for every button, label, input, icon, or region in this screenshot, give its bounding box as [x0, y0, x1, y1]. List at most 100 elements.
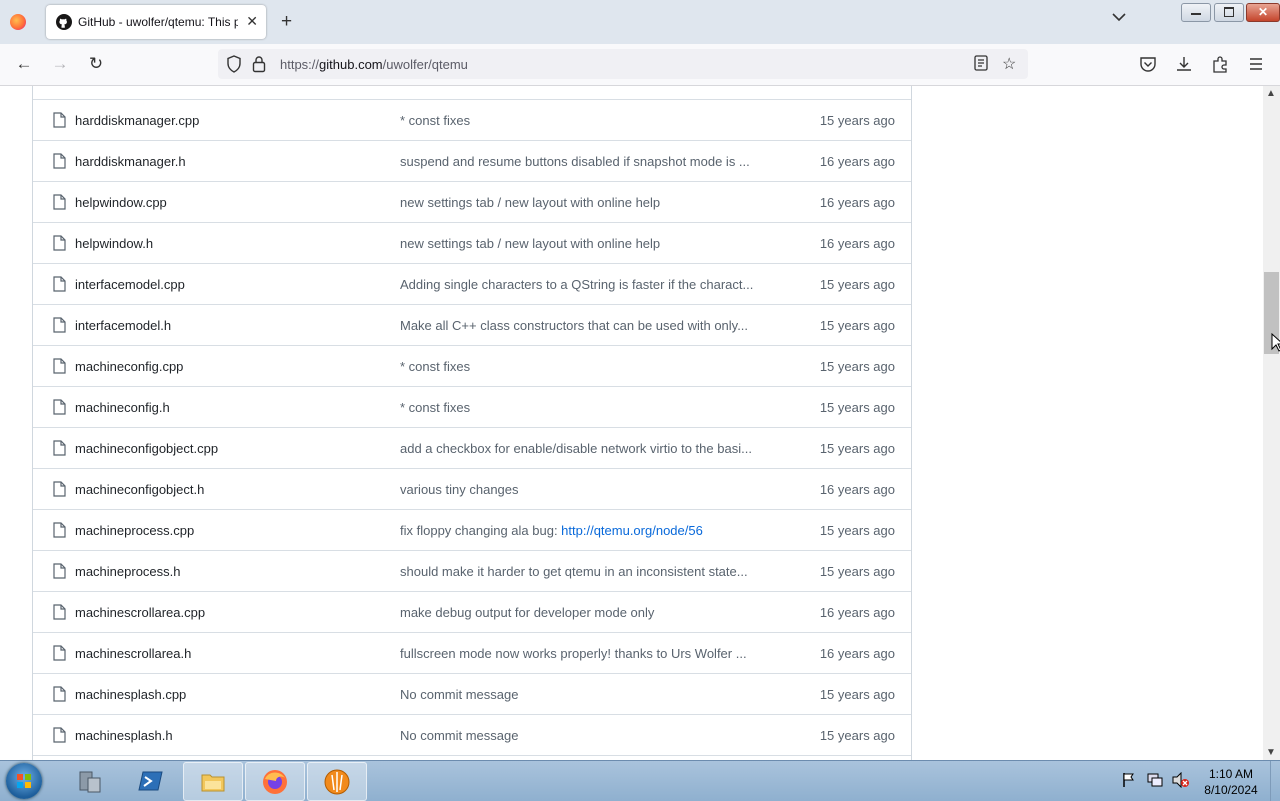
commit-message-text[interactable]: No commit message: [400, 687, 518, 702]
file-name-link[interactable]: machineprocess.h: [75, 564, 181, 579]
file-name-link[interactable]: interfacemodel.cpp: [75, 277, 185, 292]
scroll-down-arrow-icon[interactable]: ▼: [1266, 747, 1276, 758]
file-name-link[interactable]: machineconfigobject.cpp: [75, 441, 218, 456]
extensions-icon[interactable]: [1211, 55, 1229, 73]
volume-muted-icon[interactable]: [1172, 772, 1190, 788]
start-button[interactable]: [6, 763, 42, 799]
commit-message-link[interactable]: new settings tab / new layout with onlin…: [400, 195, 776, 210]
commit-message-text[interactable]: No commit message: [400, 728, 518, 743]
file-name-link[interactable]: helpwindow.h: [75, 236, 153, 251]
commit-message-text[interactable]: various tiny changes: [400, 482, 519, 497]
file-name-link[interactable]: machineprocess.cpp: [75, 523, 194, 538]
system-clock[interactable]: 1:10 AM 8/10/2024: [1196, 766, 1266, 798]
menu-icon[interactable]: [1247, 55, 1265, 73]
commit-message-link[interactable]: Adding single characters to a QString is…: [400, 277, 776, 292]
file-name-link[interactable]: harddiskmanager.cpp: [75, 113, 199, 128]
action-center-flag-icon[interactable]: [1122, 772, 1136, 788]
bookmark-star-icon[interactable]: ☆: [1002, 54, 1016, 74]
folder-icon: [201, 774, 225, 792]
commit-message-text[interactable]: suspend and resume buttons disabled if s…: [400, 154, 750, 169]
file-name-link[interactable]: helpwindow.cpp: [75, 195, 167, 210]
taskbar-powershell[interactable]: [122, 762, 180, 799]
commit-message-link[interactable]: * const fixes: [400, 359, 776, 374]
powershell-icon: [138, 771, 163, 791]
commit-message-link[interactable]: No commit message: [400, 687, 776, 702]
list-all-tabs-icon[interactable]: [1112, 12, 1126, 22]
restore-button[interactable]: [1214, 3, 1244, 22]
file-icon: [52, 686, 66, 705]
firefox-icon[interactable]: [10, 14, 26, 30]
file-icon: [52, 235, 66, 254]
commit-message-link[interactable]: should make it harder to get qtemu in an…: [400, 564, 776, 579]
downloads-icon[interactable]: [1175, 55, 1193, 73]
reader-view-icon[interactable]: [974, 55, 988, 71]
file-name-link[interactable]: machineconfigobject.h: [75, 482, 204, 497]
windows-taskbar: 1:10 AM 8/10/2024: [0, 760, 1280, 801]
scroll-up-arrow-icon[interactable]: ▲: [1266, 88, 1276, 99]
commit-message-text[interactable]: * const fixes: [400, 400, 470, 415]
commit-message-text[interactable]: * const fixes: [400, 113, 470, 128]
url-text[interactable]: https://github.com/uwolfer/qtemu: [280, 57, 468, 72]
commit-message-link[interactable]: * const fixes: [400, 113, 776, 128]
reload-button[interactable]: ↻: [86, 54, 106, 74]
close-window-button[interactable]: ✕: [1246, 3, 1280, 22]
commit-message-text[interactable]: Adding single characters to a QString is…: [400, 277, 753, 292]
commit-message-link[interactable]: suspend and resume buttons disabled if s…: [400, 154, 776, 169]
file-name-link[interactable]: machinescrollarea.cpp: [75, 605, 205, 620]
file-row-partial: [33, 86, 911, 99]
tracking-protection-shield-icon[interactable]: [226, 55, 242, 73]
commit-message-link[interactable]: * const fixes: [400, 400, 776, 415]
commit-message-link[interactable]: Make all C++ class constructors that can…: [400, 318, 776, 333]
file-name-link[interactable]: machinesplash.cpp: [75, 687, 186, 702]
lock-icon[interactable]: [252, 55, 266, 73]
commit-message-text[interactable]: new settings tab / new layout with onlin…: [400, 236, 660, 251]
network-icon[interactable]: [1147, 772, 1163, 788]
commit-message-url-link[interactable]: http://qtemu.org/node/56: [561, 523, 703, 538]
back-button[interactable]: ←: [14, 54, 34, 74]
commit-message-text[interactable]: fix floppy changing ala bug:: [400, 523, 561, 538]
commit-age: 15 years ago: [819, 400, 895, 415]
file-row: machineconfigobject.cpp add a checkbox fo…: [33, 427, 911, 468]
tab-github[interactable]: GitHub - uwolfer/qtemu: This p ✕: [46, 5, 266, 39]
close-tab-icon[interactable]: ✕: [246, 13, 258, 30]
taskbar-app[interactable]: [307, 762, 367, 801]
new-tab-button[interactable]: +: [281, 11, 292, 33]
file-name-link[interactable]: harddiskmanager.h: [75, 154, 186, 169]
file-name-link[interactable]: machineconfig.cpp: [75, 359, 183, 374]
commit-message-link[interactable]: various tiny changes: [400, 482, 776, 497]
commit-message-link[interactable]: fix floppy changing ala bug: http://qtem…: [400, 523, 776, 538]
file-row: machinescrollarea.cpp make debug output f…: [33, 591, 911, 632]
file-name-link[interactable]: interfacemodel.h: [75, 318, 171, 333]
address-bar[interactable]: https://github.com/uwolfer/qtemu ☆: [218, 49, 1028, 79]
commit-message-text[interactable]: add a checkbox for enable/disable networ…: [400, 441, 752, 456]
file-row: harddiskmanager.cpp * const fixes 15 years…: [33, 99, 911, 140]
file-name-link[interactable]: machineconfig.h: [75, 400, 170, 415]
page-scrollbar[interactable]: ▲ ▼: [1263, 86, 1280, 760]
commit-message-link[interactable]: fullscreen mode now works properly! than…: [400, 646, 776, 661]
show-desktop-button[interactable]: [1270, 761, 1280, 801]
minimize-button[interactable]: [1181, 3, 1211, 22]
commit-age: 16 years ago: [819, 646, 895, 661]
commit-message-link[interactable]: new settings tab / new layout with onlin…: [400, 236, 776, 251]
file-list: harddiskmanager.cpp * const fixes 15 years…: [32, 86, 912, 760]
commit-message-text[interactable]: Make all C++ class constructors that can…: [400, 318, 748, 333]
commit-message-text[interactable]: new settings tab / new layout with onlin…: [400, 195, 660, 210]
taskbar-firefox[interactable]: [245, 762, 305, 801]
commit-message-text[interactable]: make debug output for developer mode onl…: [400, 605, 654, 620]
file-name-link[interactable]: machinesplash.h: [75, 728, 173, 743]
commit-age: 15 years ago: [819, 441, 895, 456]
commit-message-text[interactable]: * const fixes: [400, 359, 470, 374]
forward-button[interactable]: →: [50, 54, 70, 74]
commit-age: 15 years ago: [819, 564, 895, 579]
file-name-link[interactable]: machinescrollarea.h: [75, 646, 191, 661]
taskbar-server-manager[interactable]: [60, 762, 118, 799]
commit-message-text[interactable]: fullscreen mode now works properly! than…: [400, 646, 747, 661]
pocket-icon[interactable]: [1139, 55, 1157, 73]
taskbar-file-explorer[interactable]: [183, 762, 243, 801]
file-row: machineconfigobject.h various tiny change…: [33, 468, 911, 509]
commit-message-text[interactable]: should make it harder to get qtemu in an…: [400, 564, 748, 579]
commit-message-link[interactable]: add a checkbox for enable/disable networ…: [400, 441, 776, 456]
commit-message-link[interactable]: make debug output for developer mode onl…: [400, 605, 776, 620]
file-icon: [52, 194, 66, 213]
commit-message-link[interactable]: No commit message: [400, 728, 776, 743]
